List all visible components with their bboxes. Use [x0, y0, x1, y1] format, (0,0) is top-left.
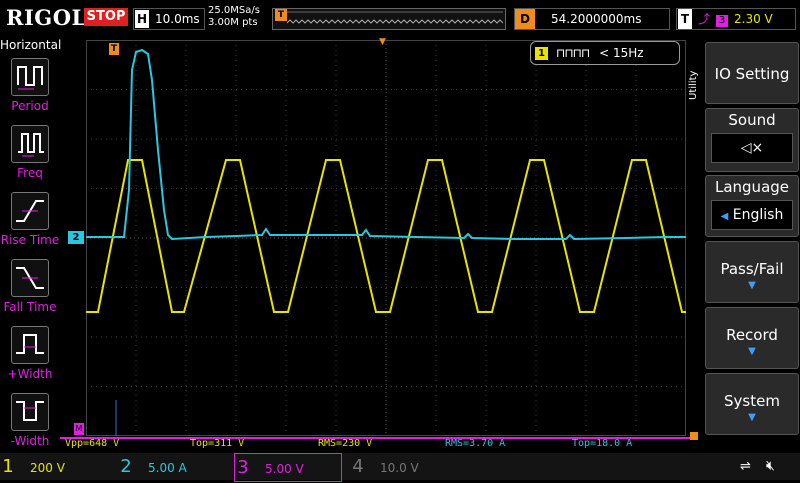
ch2-offset-marker[interactable]: 2 — [68, 231, 84, 244]
speaker-mute-icon: ◁× — [711, 133, 793, 163]
ch3-scale: 5.00 V — [265, 462, 304, 476]
ch3-offset-marker[interactable]: M — [74, 423, 84, 435]
timebase-box[interactable]: H 10.0ms — [133, 8, 205, 30]
delay-label: D — [515, 9, 535, 29]
memory-depth: 3.00M pts — [208, 17, 258, 28]
neg-width-button[interactable]: -Width — [0, 393, 60, 448]
channel-bar: 1 200 V 2 5.00 A 3 5.00 V 4 10.0 V ⇌ 🔇︎ — [0, 453, 800, 482]
ch2-number: 2 — [120, 456, 132, 477]
fall-time-icon — [11, 259, 49, 297]
ch1-scale: 200 V — [30, 461, 65, 475]
channel-3-tab[interactable]: 3 5.00 V — [234, 453, 342, 482]
chevron-down-icon: ▼ — [748, 412, 756, 423]
brand-logo: RIGOL — [6, 5, 87, 30]
waveform-grid[interactable] — [86, 40, 686, 436]
speaker-mute-status-icon: 🔇︎ — [766, 458, 775, 474]
freq-label: Freq — [17, 166, 43, 180]
freq-button[interactable]: Freq — [0, 125, 60, 180]
fall-time-button[interactable]: Fall Time — [0, 259, 60, 314]
rise-time-icon — [11, 192, 49, 230]
io-setting-button[interactable]: IO Setting — [705, 42, 799, 104]
counter-channel: 1 — [535, 47, 548, 60]
freq-icon — [11, 125, 49, 163]
system-label: System — [724, 392, 780, 410]
channel-4-tab[interactable]: 4 10.0 V — [350, 453, 460, 480]
trigger-position-marker: T — [275, 9, 287, 21]
language-value: ◀ English — [711, 200, 793, 230]
horizontal-label: H — [135, 10, 149, 28]
ch4-number: 4 — [352, 456, 364, 477]
ch1-number: 1 — [2, 456, 14, 477]
frequency-counter: 1 ⊓⊓⊓⊓ < 15Hz — [530, 41, 680, 65]
acquisition-info: 25.0MSa/s 3.00M pts — [208, 5, 260, 29]
rise-time-label: Rise Time — [0, 233, 60, 247]
language-label: Language — [714, 178, 790, 196]
period-button[interactable]: Period — [0, 58, 60, 113]
pass-fail-button[interactable]: Pass/Fail ▼ — [705, 241, 799, 303]
rising-edge-icon: ⤴ — [698, 12, 711, 26]
trigger-box[interactable]: T ⤴ 3 2.30 V — [676, 8, 796, 30]
fall-time-label: Fall Time — [3, 300, 57, 314]
delay-value: 54.2000000ms — [551, 12, 642, 26]
pos-width-button[interactable]: +Width — [0, 326, 60, 381]
trigger-level: 2.30 V — [734, 12, 773, 26]
neg-width-label: -Width — [10, 434, 50, 448]
measurement-bar: Vpp=648 V Top=311 V RMS=230 V RMS=3.70 A… — [60, 436, 700, 452]
square-wave-icon: ⊓⊓⊓⊓ — [555, 46, 590, 60]
trigger-source: 3 — [716, 15, 729, 27]
period-label: Period — [11, 99, 49, 113]
ch3-number: 3 — [237, 457, 249, 478]
io-setting-label: IO Setting — [714, 65, 790, 83]
measure-ch2-rms: RMS=3.70 A — [445, 438, 506, 449]
trigger-label: T — [678, 9, 692, 29]
counter-value: < 15Hz — [599, 46, 644, 60]
usb-icon: ⇌ — [740, 459, 751, 474]
measure-ch1-vpp: Vpp=648 V — [65, 438, 120, 449]
chevron-down-icon: ▼ — [748, 346, 756, 357]
chevron-down-icon: ▼ — [748, 280, 756, 291]
trigger-center-marker-icon: ▼ — [379, 37, 386, 47]
memory-overview[interactable]: T — [272, 8, 506, 30]
trigger-time-marker[interactable]: T — [109, 43, 119, 55]
measure-ch1-rms: RMS=230 V — [318, 438, 373, 449]
memory-waveform-thumbnail — [287, 11, 503, 24]
language-button[interactable]: Language ◀ English — [705, 175, 799, 237]
top-status-bar: RIGOL STOP H 10.0ms 25.0MSa/s 3.00M pts T… — [0, 0, 800, 36]
measure-ch1-top: Top=311 V — [190, 438, 245, 449]
sample-rate: 25.0MSa/s — [208, 5, 260, 16]
record-button[interactable]: Record ▼ — [705, 307, 799, 369]
language-prev-icon: ◀ — [720, 211, 729, 222]
horizontal-menu-title: Horizontal — [0, 38, 62, 52]
pos-width-label: +Width — [7, 367, 53, 381]
period-icon — [11, 58, 49, 96]
run-stop-status[interactable]: STOP — [84, 8, 128, 26]
sound-label: Sound — [728, 111, 776, 129]
record-label: Record — [726, 326, 778, 344]
ch2-scale: 5.00 A — [148, 461, 187, 475]
neg-width-icon — [11, 393, 49, 431]
timebase-value: 10.0ms — [155, 12, 200, 26]
utility-menu-label: Utility — [688, 70, 699, 100]
rise-time-button[interactable]: Rise Time — [0, 192, 60, 247]
ch4-scale: 10.0 V — [380, 461, 419, 475]
system-button[interactable]: System ▼ — [705, 373, 799, 435]
sound-button[interactable]: Sound ◁× — [705, 108, 799, 172]
channel-1-tab[interactable]: 1 200 V — [0, 453, 112, 480]
delay-box[interactable]: D 54.2000000ms — [514, 8, 670, 30]
pass-fail-label: Pass/Fail — [720, 260, 784, 278]
measure-ch2-top: Top=18.0 A — [572, 438, 633, 449]
channel-2-tab[interactable]: 2 5.00 A — [118, 453, 230, 480]
pos-width-icon — [11, 326, 49, 364]
